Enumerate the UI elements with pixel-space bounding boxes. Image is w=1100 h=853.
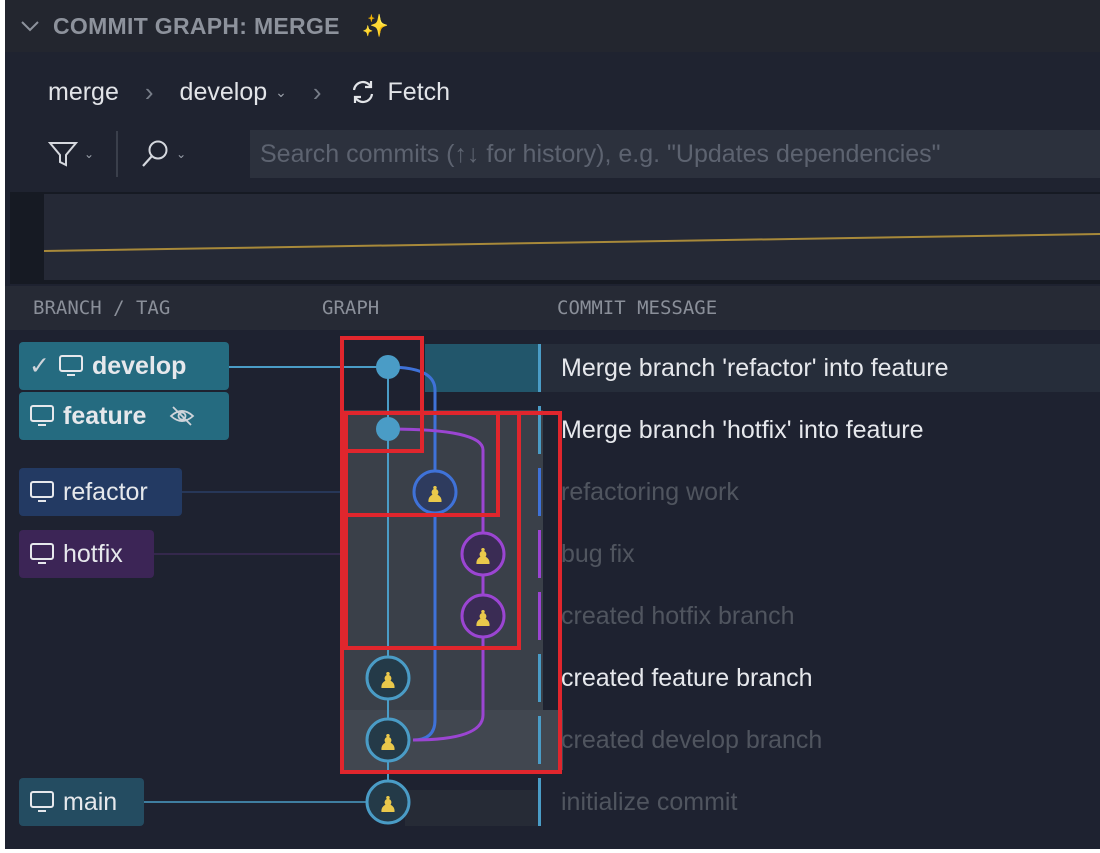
sparkle-icon: ✨ [361,13,390,38]
svg-text:♟: ♟ [425,483,445,508]
minimap-track [43,194,1100,280]
column-header-graph[interactable]: GRAPH [322,297,379,319]
commit-avatar-node[interactable]: ♟ [412,469,458,515]
minimap[interactable] [10,192,1100,284]
chevron-down-icon[interactable] [19,15,41,37]
svg-text:♟: ♟ [473,545,493,570]
sync-icon [352,80,373,104]
minimap-activity-line [43,233,1100,252]
panel-header[interactable]: COMMIT GRAPH: MERGE ✨ [5,0,1100,52]
graph-toolbar: merge › develop ⌄ › Fetch ⌄ ⌄ Search com… [10,52,1100,192]
commit-node[interactable] [376,417,400,441]
svg-text:♟: ♟ [378,793,398,818]
filter-icon [48,142,78,167]
commit-graph-panel: COMMIT GRAPH: MERGE ✨ merge › develop ⌄ … [5,0,1100,849]
search-mode-button[interactable]: ⌄ [140,139,186,169]
filter-row: ⌄ ⌄ [48,130,186,178]
highlight-box [340,411,562,774]
column-header-commit-message[interactable]: COMMIT MESSAGE [557,297,717,319]
commit-node[interactable] [376,355,400,379]
panel-title: COMMIT GRAPH: MERGE [53,12,340,39]
commit-graph: Merge branch 'refactor' into feature Mer… [5,330,1100,849]
commit-avatar-node[interactable]: ♟ [460,531,506,577]
breadcrumb: merge › develop ⌄ › Fetch [48,74,450,110]
search-icon [142,140,168,167]
svg-text:♟: ♟ [378,669,398,694]
commit-avatar-node[interactable]: ♟ [365,717,411,763]
breadcrumb-separator-icon: › [312,76,322,107]
breadcrumb-branch[interactable]: develop [180,78,268,107]
commit-avatar-node[interactable]: ♟ [365,655,411,701]
commit-avatar-node[interactable]: ♟ [460,593,506,639]
fetch-button[interactable]: Fetch [348,77,451,107]
chevron-down-icon[interactable]: ⌄ [275,84,287,101]
chevron-down-icon: ⌄ [176,147,187,161]
graph-lanes: ♟ ♟ ♟ ♟ ♟ ♟ [144,336,562,825]
toolbar-divider [116,131,119,177]
column-headers: BRANCH / TAG GRAPH COMMIT MESSAGE [5,286,1100,330]
search-input[interactable] [250,130,1100,178]
chevron-down-icon: ⌄ [84,147,95,161]
commit-avatar-node[interactable]: ♟ [365,779,411,825]
svg-text:♟: ♟ [378,731,398,756]
filter-button[interactable]: ⌄ [48,140,94,168]
fetch-label: Fetch [387,77,451,106]
breadcrumb-separator-icon: › [144,76,154,107]
column-header-branch-tag[interactable]: BRANCH / TAG [33,297,170,319]
breadcrumb-repo[interactable]: merge [48,78,119,107]
svg-text:♟: ♟ [473,607,493,632]
